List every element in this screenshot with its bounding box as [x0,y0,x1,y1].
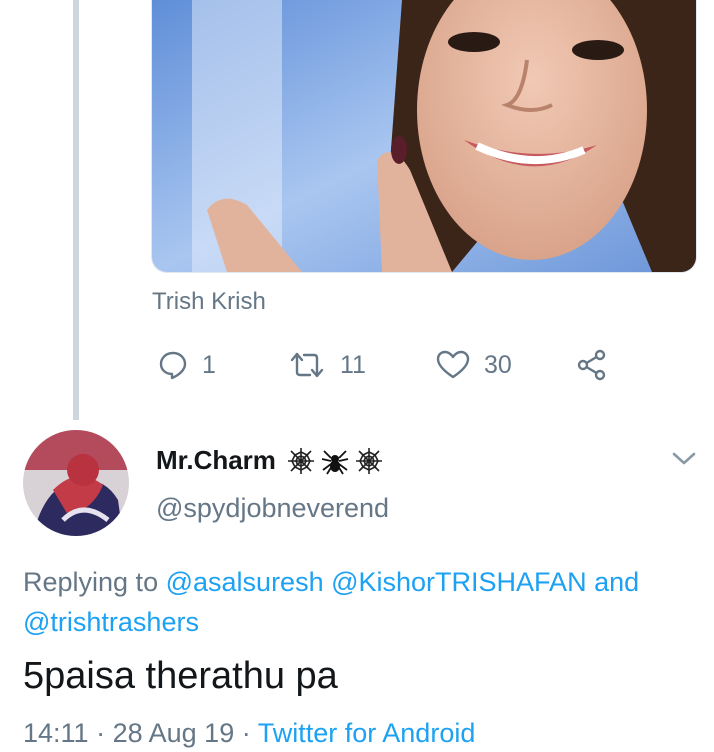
tweet-text: 5paisa therathu pa [23,655,338,697]
thread-connector-line [73,0,79,420]
reply-button[interactable]: 1 [158,345,216,385]
tweet-time: 14:11 [23,718,89,748]
share-icon [576,349,608,381]
avatar-spiderman-image [23,430,129,536]
replying-to-line: Replying to @asalsuresh @KishorTRISHAFAN… [23,562,703,642]
spiderweb-icon [354,446,384,476]
spiderweb-icon [286,446,316,476]
mention-and-others-link[interactable]: and [594,567,639,597]
heart-icon [436,350,470,380]
display-name-row[interactable]: Mr.Charm [156,445,384,476]
meta-separator: · [241,718,251,748]
mention-link[interactable]: @trishtrashers [23,607,199,637]
replying-joiner: and [594,567,640,597]
name-emojis [286,446,384,476]
reply-count: 1 [202,350,216,379]
photo-portrait [152,0,696,272]
avatar[interactable] [23,430,129,536]
reply-icon [158,350,188,380]
meta-separator: · [96,718,106,748]
spider-icon [320,446,350,476]
like-count: 30 [484,350,512,379]
chevron-down-icon [670,452,698,474]
replying-prefix: Replying to [23,567,159,597]
tweet-source-link[interactable]: Twitter for Android [258,718,476,748]
user-handle[interactable]: @spydjobneverend [156,493,389,524]
tweet-photo[interactable] [151,0,697,273]
mention-link[interactable]: @asalsuresh [166,567,324,597]
display-name: Mr.Charm [156,445,276,475]
photo-caption: Trish Krish [152,288,266,315]
retweet-icon [288,350,326,380]
tweet-actions-bar: 1 11 30 [150,345,630,385]
tweet-date: 28 Aug 19 [112,718,235,748]
tweet-meta: 14:11 · 28 Aug 19 · Twitter for Android [23,718,475,749]
retweet-button[interactable]: 11 [288,345,366,385]
like-button[interactable]: 30 [436,345,512,385]
mention-link[interactable]: @KishorTRISHAFAN [331,567,586,597]
retweet-count: 11 [340,350,366,379]
more-options-button[interactable] [670,448,698,475]
share-button[interactable] [576,345,608,385]
